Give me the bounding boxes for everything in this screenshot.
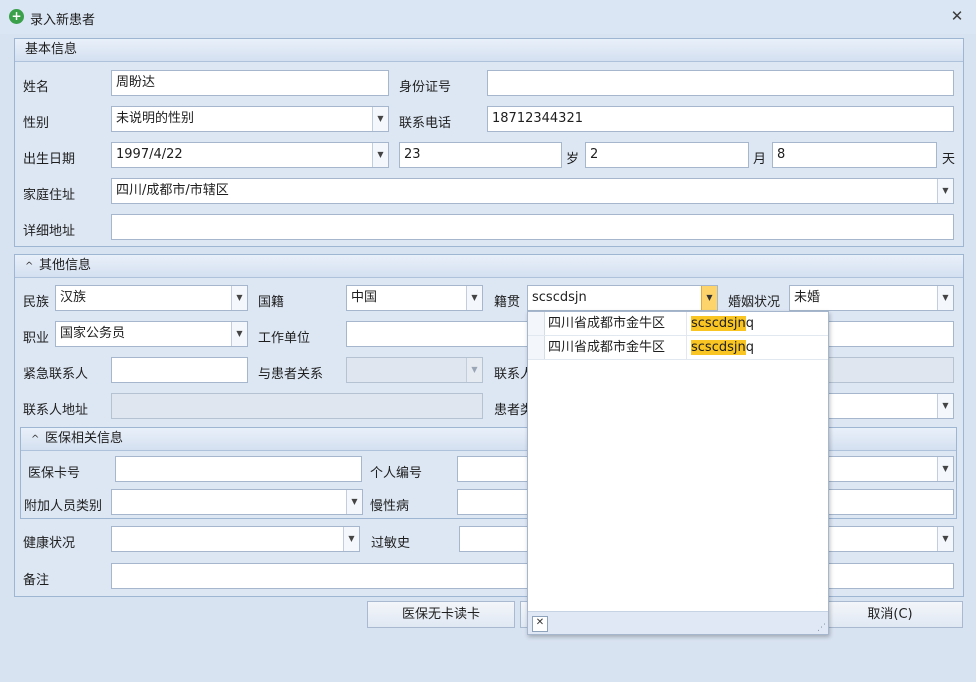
region-cell: 四川省成都市金牛区 bbox=[548, 340, 666, 355]
gender-select[interactable]: 未说明的性别 ▼ bbox=[111, 106, 389, 132]
chevron-down-icon[interactable]: ▼ bbox=[231, 286, 247, 310]
chevron-down-icon[interactable]: ▼ bbox=[231, 322, 247, 346]
age-years-input[interactable]: 23 bbox=[399, 142, 562, 168]
marital-value: 未婚 bbox=[794, 290, 821, 305]
row-indicator bbox=[528, 336, 545, 359]
personal-label: 个人编号 bbox=[370, 466, 423, 481]
age-days-unit: 天 bbox=[942, 152, 956, 167]
card-label: 医保卡号 bbox=[28, 466, 81, 481]
nation-select[interactable]: 汉族 ▼ bbox=[55, 285, 248, 311]
list-item[interactable]: 四川省成都市金牛区 scscdsjnq bbox=[528, 312, 828, 336]
country-value: 中国 bbox=[351, 290, 378, 305]
birth-date-picker[interactable]: 1997/4/22 ▼ bbox=[111, 142, 389, 168]
card-input[interactable] bbox=[115, 456, 362, 482]
work-label: 工作单位 bbox=[258, 331, 311, 346]
relation-select[interactable]: ▼ bbox=[346, 357, 483, 383]
contact-addr-input[interactable] bbox=[111, 393, 483, 419]
emergency-label: 紧急联系人 bbox=[23, 367, 89, 382]
idcard-label: 身份证号 bbox=[399, 80, 452, 95]
window-title: 录入新患者 bbox=[30, 13, 96, 28]
chevron-down-icon[interactable]: ▼ bbox=[466, 286, 482, 310]
gender-label: 性别 bbox=[23, 116, 50, 131]
code-cell: scscdsjnq bbox=[686, 312, 754, 335]
code-cell: scscdsjnq bbox=[686, 336, 754, 359]
extra-label: 附加人员类别 bbox=[24, 499, 103, 514]
close-icon[interactable]: ✕ bbox=[948, 7, 966, 25]
age-months-input[interactable]: 2 bbox=[585, 142, 749, 168]
native-label: 籍贯 bbox=[494, 295, 521, 310]
cancel-button[interactable]: 取消(C) bbox=[817, 601, 963, 628]
job-select[interactable]: 国家公务员 ▼ bbox=[55, 321, 248, 347]
idcard-input[interactable] bbox=[487, 70, 954, 96]
marital-select[interactable]: 未婚 ▼ bbox=[789, 285, 954, 311]
country-label: 国籍 bbox=[258, 295, 285, 310]
phone-label: 联系电话 bbox=[399, 116, 452, 131]
row-indicator bbox=[528, 312, 545, 335]
job-label: 职业 bbox=[23, 331, 50, 346]
chevron-down-icon[interactable]: ▼ bbox=[346, 490, 362, 514]
resize-grip-icon[interactable]: ⋰ bbox=[817, 623, 826, 633]
chevron-down-icon[interactable]: ▼ bbox=[937, 457, 953, 481]
other-info-title: 其他信息 bbox=[39, 258, 92, 273]
region-cell: 四川省成都市金牛区 bbox=[548, 316, 666, 331]
chevron-down-icon[interactable]: ▼ bbox=[372, 143, 388, 167]
emergency-input[interactable] bbox=[111, 357, 248, 383]
remark-label: 备注 bbox=[23, 573, 50, 588]
chevron-up-icon[interactable]: ^ bbox=[25, 256, 39, 278]
home-label: 家庭住址 bbox=[23, 188, 76, 203]
code-rest: q bbox=[745, 316, 754, 331]
name-input[interactable]: 周盼达 bbox=[111, 70, 389, 96]
other-info-header[interactable]: ^ 其他信息 bbox=[15, 255, 963, 278]
basic-info-header: 基本信息 bbox=[15, 39, 963, 62]
app-cross-icon: + bbox=[9, 9, 24, 24]
relation-label: 与患者关系 bbox=[258, 367, 324, 382]
native-place-dropdown-popup: 四川省成都市金牛区 scscdsjnq 四川省成都市金牛区 scscdsjnq … bbox=[527, 311, 829, 635]
extra-select[interactable]: ▼ bbox=[111, 489, 363, 515]
job-value: 国家公务员 bbox=[60, 326, 126, 341]
list-item[interactable]: 四川省成都市金牛区 scscdsjnq bbox=[528, 336, 828, 360]
code-match: scscdsjn bbox=[691, 316, 746, 331]
read-card-button[interactable]: 医保无卡读卡 bbox=[367, 601, 515, 628]
health-select[interactable]: ▼ bbox=[111, 526, 360, 552]
chronic-label: 慢性病 bbox=[370, 499, 410, 514]
chevron-down-icon[interactable]: ▼ bbox=[937, 179, 953, 203]
nation-value: 汉族 bbox=[60, 290, 87, 305]
country-select[interactable]: 中国 ▼ bbox=[346, 285, 483, 311]
age-months-unit: 月 bbox=[753, 152, 767, 167]
name-label: 姓名 bbox=[23, 80, 50, 95]
chevron-down-icon[interactable]: ▼ bbox=[937, 286, 953, 310]
insurance-title: 医保相关信息 bbox=[45, 431, 124, 446]
code-match: scscdsjn bbox=[691, 340, 746, 355]
chevron-down-icon[interactable]: ▼ bbox=[701, 286, 717, 310]
marital-label: 婚姻状况 bbox=[728, 295, 781, 310]
health-label: 健康状况 bbox=[23, 536, 76, 551]
chevron-down-icon[interactable]: ▼ bbox=[372, 107, 388, 131]
native-place-select[interactable]: scscdsjn ▼ bbox=[527, 285, 718, 311]
native-value: scscdsjn bbox=[532, 290, 587, 305]
allergy-label: 过敏史 bbox=[371, 536, 411, 551]
age-days-input[interactable]: 8 bbox=[772, 142, 937, 168]
popup-footer: ✕ ⋰ bbox=[528, 611, 828, 634]
chevron-down-icon[interactable]: ▼ bbox=[937, 527, 953, 551]
title-bar bbox=[0, 0, 976, 34]
birth-label: 出生日期 bbox=[23, 152, 76, 167]
birth-value: 1997/4/22 bbox=[116, 147, 183, 162]
code-rest: q bbox=[745, 340, 754, 355]
gender-value: 未说明的性别 bbox=[116, 111, 195, 126]
home-address-select[interactable]: 四川/成都市/市辖区 ▼ bbox=[111, 178, 954, 204]
contact-addr-label: 联系人地址 bbox=[23, 403, 89, 418]
phone-input[interactable]: 18712344321 bbox=[487, 106, 954, 132]
chevron-down-icon: ▼ bbox=[466, 358, 482, 382]
address-label: 详细地址 bbox=[23, 224, 76, 239]
chevron-up-icon[interactable]: ^ bbox=[31, 429, 45, 451]
nation-label: 民族 bbox=[23, 295, 50, 310]
close-icon[interactable]: ✕ bbox=[532, 616, 548, 632]
age-years-unit: 岁 bbox=[566, 152, 580, 167]
chevron-down-icon[interactable]: ▼ bbox=[937, 394, 953, 418]
home-value: 四川/成都市/市辖区 bbox=[116, 183, 229, 198]
address-input[interactable] bbox=[111, 214, 954, 240]
chevron-down-icon[interactable]: ▼ bbox=[343, 527, 359, 551]
